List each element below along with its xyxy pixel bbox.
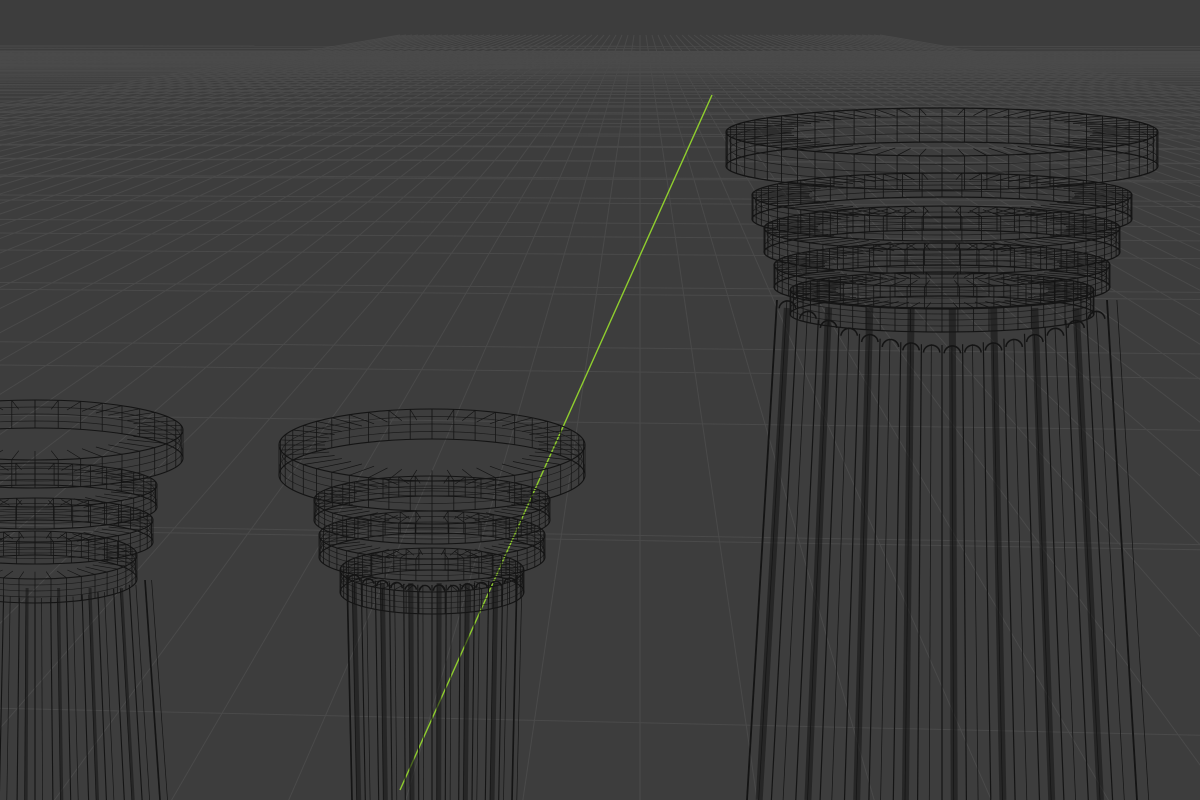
shaft-flute	[948, 307, 958, 800]
grid-line	[0, 51, 1200, 53]
shaft-flute	[462, 582, 470, 800]
shaft-flute	[408, 582, 415, 800]
3d-viewport[interactable]	[0, 0, 1200, 800]
viewport-canvas[interactable]	[0, 0, 1200, 800]
shaft-flute	[379, 582, 388, 800]
shaft-flute	[24, 587, 29, 800]
